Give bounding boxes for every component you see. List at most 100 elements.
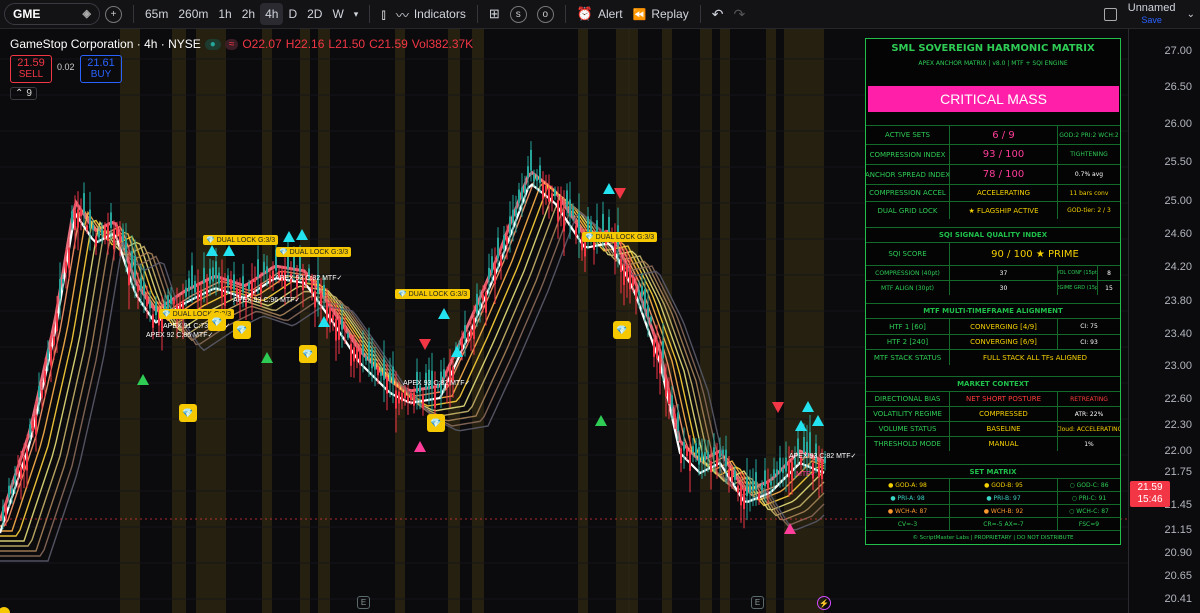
layout-name-button[interactable]: Unnamed Save bbox=[1122, 0, 1182, 29]
indicators-button[interactable]: 〰 Indicators bbox=[391, 0, 471, 29]
apex-label: APEX 93 C:82 MTF✓ bbox=[275, 275, 343, 282]
tf-2d[interactable]: 2D bbox=[302, 0, 327, 29]
buy-button[interactable]: 21.61 BUY bbox=[80, 55, 122, 83]
mtf-header-row: MTF MULTI-TIMEFRAME ALIGNMENT bbox=[866, 303, 1120, 318]
row-value: ★ FLAGSHIP ACTIVE bbox=[950, 202, 1058, 219]
indicators-toggle[interactable]: ⌃ 9 bbox=[10, 87, 37, 100]
top-toolbar: GME ◈ + 65m 260m 1h 2h 4h D 2D W ▾ ⫾ 〰 I… bbox=[0, 0, 1200, 29]
compare-button[interactable]: o bbox=[532, 0, 559, 29]
candle-body bbox=[560, 196, 562, 214]
candle-body bbox=[362, 344, 364, 355]
layout-select-checkbox[interactable] bbox=[1099, 0, 1122, 29]
candle-body bbox=[71, 211, 73, 224]
set-cell: ● GOD-B: 95 bbox=[950, 479, 1058, 491]
candle-body bbox=[77, 209, 79, 228]
row-value: BASELINE bbox=[950, 422, 1058, 436]
tf-65m[interactable]: 65m bbox=[140, 0, 173, 29]
sqi-compression-row: COMPRESSION (40pt) 37 VOL CONF (15pt) 8 bbox=[866, 265, 1120, 280]
row-extra: CI: 93 bbox=[1080, 338, 1098, 346]
candle-body bbox=[689, 452, 691, 471]
earnings-marker[interactable]: E bbox=[357, 596, 370, 609]
candle-body bbox=[503, 235, 505, 250]
diamond-signal-icon: 💎 bbox=[427, 414, 445, 432]
candle-body bbox=[386, 376, 388, 394]
row-value: ACCELERATING bbox=[950, 185, 1058, 201]
candle-body bbox=[662, 341, 664, 359]
candle-body bbox=[350, 343, 352, 366]
candle-body bbox=[248, 283, 250, 289]
set-cell: ● PRI-B: 97 bbox=[950, 492, 1058, 504]
sell-button[interactable]: 21.59 SELL bbox=[10, 55, 52, 83]
row-value: CONVERGING [6/9] bbox=[950, 335, 1058, 349]
candle-body bbox=[353, 347, 355, 362]
templates-button[interactable]: s bbox=[505, 0, 532, 29]
candle-body bbox=[143, 281, 145, 294]
session-band bbox=[120, 29, 140, 613]
set-cell: CV=-3 bbox=[866, 518, 950, 530]
candle-body bbox=[641, 286, 643, 297]
redo-button[interactable]: ↷ bbox=[728, 0, 750, 29]
candle-body bbox=[5, 505, 7, 519]
layouts-button[interactable]: ⊞ bbox=[484, 0, 505, 29]
chart-type-button[interactable]: ⫾ bbox=[376, 0, 390, 29]
candle-body bbox=[203, 267, 205, 283]
chevron-up-icon: ⌃ bbox=[15, 88, 24, 99]
candle-body bbox=[737, 485, 739, 494]
row-extra: 11 bars conv bbox=[1069, 189, 1109, 197]
candle-body bbox=[701, 452, 703, 462]
candle-body bbox=[776, 469, 778, 476]
set-header-row: SET MATRIX bbox=[866, 464, 1120, 478]
candle-body bbox=[212, 267, 214, 282]
candle-body bbox=[83, 193, 85, 213]
price-tick: 26.00 bbox=[1164, 118, 1192, 130]
row-extra: GOD-tier: 2 / 3 bbox=[1067, 207, 1111, 214]
tf-1h[interactable]: 1h bbox=[213, 0, 236, 29]
symbol-search[interactable]: GME ◈ bbox=[4, 3, 100, 25]
candle-body bbox=[482, 294, 484, 301]
set-cell: ● GOD-A: 98 bbox=[866, 479, 950, 491]
dual-lock-text: DUAL LOCK G:3/3 bbox=[595, 234, 655, 241]
set-cell: CR=-5 AX=-7 bbox=[950, 518, 1058, 530]
candle-body bbox=[821, 460, 823, 480]
price-tick: 25.00 bbox=[1164, 195, 1192, 207]
tf-260m[interactable]: 260m bbox=[173, 0, 213, 29]
candle-body bbox=[665, 379, 667, 397]
replay-button[interactable]: ⏪ Replay bbox=[628, 0, 694, 29]
session-band bbox=[395, 29, 405, 613]
symbol-text: GME bbox=[13, 7, 41, 21]
add-symbol-button[interactable]: + bbox=[100, 0, 127, 29]
market-header-row: MARKET CONTEXT bbox=[866, 376, 1120, 391]
tf-w[interactable]: W bbox=[327, 0, 348, 29]
candle-body bbox=[788, 461, 790, 478]
row-label: DUAL GRID LOCK bbox=[866, 202, 950, 219]
candle-body bbox=[593, 241, 595, 250]
tf-d[interactable]: D bbox=[283, 0, 302, 29]
save-label: Save bbox=[1141, 15, 1162, 25]
earnings-marker[interactable]: E bbox=[751, 596, 764, 609]
candle-body bbox=[359, 350, 361, 365]
volatility-row: VOLATILITY REGIME COMPRESSED ATR: 22% bbox=[866, 406, 1120, 421]
tf-2h[interactable]: 2h bbox=[237, 0, 260, 29]
undo-icon: ↶ bbox=[711, 5, 724, 22]
timeframe-dropdown[interactable]: ▾ bbox=[349, 0, 364, 29]
candle-body bbox=[578, 213, 580, 234]
price-axis[interactable]: 27.00 26.50 26.00 25.50 25.00 24.60 24.2… bbox=[1128, 29, 1200, 613]
alert-button[interactable]: ⏰ Alert bbox=[572, 0, 628, 29]
candle-body bbox=[464, 325, 466, 339]
candle-body bbox=[557, 200, 559, 222]
candle-body bbox=[347, 333, 349, 338]
candle-body bbox=[104, 226, 106, 239]
candle-body bbox=[434, 387, 436, 408]
lightning-icon[interactable]: ⚡ bbox=[817, 596, 831, 610]
undo-button[interactable]: ↶ bbox=[707, 0, 729, 29]
candle-body bbox=[653, 339, 655, 357]
candle-body bbox=[647, 305, 649, 317]
candle-body bbox=[131, 251, 133, 268]
candle-body bbox=[50, 346, 52, 366]
tf-4h[interactable]: 4h bbox=[260, 3, 284, 25]
candle-body bbox=[170, 295, 172, 304]
bar-countdown: 15:46 bbox=[1137, 494, 1163, 505]
layout-menu-button[interactable]: ⌄ bbox=[1182, 0, 1200, 29]
row-value: MANUAL bbox=[950, 437, 1058, 451]
signal-triangle-icon bbox=[603, 183, 615, 194]
